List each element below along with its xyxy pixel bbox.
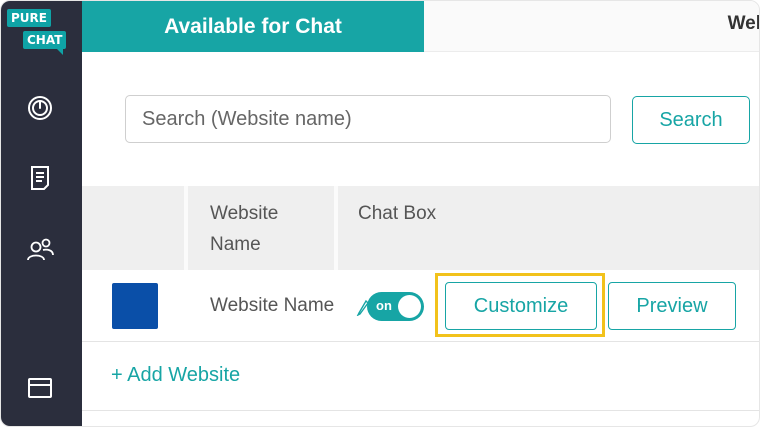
header-bar: Wel: [424, 1, 760, 52]
tab-label: Available for Chat: [164, 14, 342, 38]
search-button[interactable]: Search: [632, 96, 750, 144]
toggle-knob: [398, 295, 421, 318]
header-right-text: Wel: [727, 13, 760, 34]
tab-available-for-chat[interactable]: Available for Chat: [82, 1, 424, 52]
document-icon[interactable]: [23, 161, 57, 195]
preview-button[interactable]: Preview: [608, 282, 736, 330]
toggle-label: on: [376, 298, 392, 313]
search-input[interactable]: [125, 95, 611, 143]
row-divider: [82, 341, 759, 342]
column-divider: [184, 186, 188, 270]
column-divider: [334, 186, 338, 270]
card-icon[interactable]: [23, 371, 57, 405]
column-header-website-name: Website Name: [210, 198, 278, 260]
website-color-swatch: [112, 283, 158, 329]
app-window: PURE CHAT Available for Chat Wel Search …: [0, 0, 760, 427]
website-name: Website Name: [210, 295, 335, 316]
chat-box-toggle[interactable]: on: [367, 292, 424, 321]
dashboard-gauge-icon[interactable]: [23, 91, 57, 125]
add-website-link[interactable]: + Add Website: [111, 364, 240, 387]
customize-button[interactable]: Customize: [445, 282, 597, 330]
column-header-line: Name: [210, 234, 261, 255]
logo-line-1: PURE: [7, 9, 51, 27]
logo-line-2: CHAT: [23, 31, 67, 55]
column-header-line: Website: [210, 203, 279, 224]
row-divider: [82, 410, 759, 411]
users-icon[interactable]: [23, 232, 57, 266]
column-header-chat-box: Chat Box: [358, 203, 437, 224]
sidebar: PURE CHAT: [1, 1, 82, 426]
pure-chat-logo[interactable]: PURE CHAT: [7, 7, 67, 55]
